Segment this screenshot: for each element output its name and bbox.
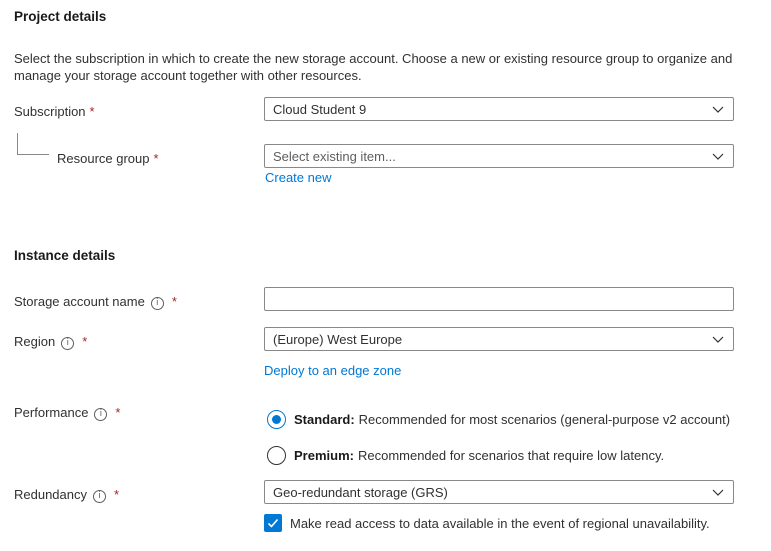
subscription-label: Subscription * (14, 104, 95, 119)
chevron-down-icon (712, 336, 724, 343)
chevron-down-icon (712, 153, 724, 160)
performance-label-text: Performance (14, 405, 89, 420)
project-details-heading: Project details (14, 9, 107, 24)
subscription-value: Cloud Student 9 (273, 101, 367, 117)
subscription-dropdown[interactable]: Cloud Student 9 (264, 97, 734, 121)
premium-option-desc: Recommended for scenarios that require l… (357, 448, 665, 463)
instance-details-heading: Instance details (14, 248, 116, 263)
performance-option-standard[interactable]: Standard: Recommended for most scenarios… (267, 410, 730, 429)
checkmark-icon (267, 518, 279, 528)
project-description: Select the subscription in which to crea… (14, 51, 733, 83)
radio-unselected-icon[interactable] (267, 446, 286, 465)
storage-account-name-label-text: Storage account name (14, 294, 145, 309)
create-new-link[interactable]: Create new (265, 170, 331, 185)
region-label: Region i * (14, 334, 87, 350)
performance-label: Performance i * (14, 405, 120, 421)
tree-connector-vertical (17, 133, 18, 154)
required-asterisk: * (89, 104, 95, 119)
redundancy-label: Redundancy i * (14, 487, 119, 503)
standard-option-name: Standard: (294, 412, 355, 427)
resource-group-label-text: Resource group (57, 151, 150, 166)
performance-option-premium[interactable]: Premium: Recommended for scenarios that … (267, 446, 664, 465)
redundancy-dropdown[interactable]: Geo-redundant storage (GRS) (264, 480, 734, 504)
resource-group-dropdown[interactable]: Select existing item... (264, 144, 734, 168)
info-icon[interactable]: i (61, 337, 75, 350)
storage-account-name-input[interactable] (264, 287, 734, 311)
storage-account-name-label: Storage account name i * (14, 294, 177, 310)
redundancy-value: Geo-redundant storage (GRS) (273, 484, 448, 500)
read-access-checkbox-row[interactable]: Make read access to data available in th… (264, 514, 710, 532)
premium-option-name: Premium: (294, 448, 354, 463)
info-icon[interactable]: i (150, 297, 164, 310)
tree-connector-horizontal (17, 154, 49, 155)
region-label-text: Region (14, 334, 56, 349)
resource-group-placeholder: Select existing item... (273, 148, 396, 164)
required-asterisk: * (171, 294, 177, 309)
deploy-edge-zone-link[interactable]: Deploy to an edge zone (264, 363, 401, 378)
info-icon[interactable]: i (94, 408, 108, 421)
required-asterisk: * (82, 334, 88, 349)
radio-selected-icon[interactable] (267, 410, 286, 429)
region-value: (Europe) West Europe (273, 331, 403, 347)
read-access-label: Make read access to data available in th… (290, 515, 710, 531)
subscription-label-text: Subscription (14, 104, 86, 119)
chevron-down-icon (712, 106, 724, 113)
standard-option-desc: Recommended for most scenarios (general-… (358, 412, 731, 427)
region-dropdown[interactable]: (Europe) West Europe (264, 327, 734, 351)
required-asterisk: * (153, 151, 159, 166)
chevron-down-icon (712, 489, 724, 496)
resource-group-label: Resource group * (57, 151, 159, 166)
info-icon[interactable]: i (93, 490, 106, 503)
required-asterisk: * (114, 487, 120, 502)
required-asterisk: * (115, 405, 121, 420)
redundancy-label-text: Redundancy (14, 487, 87, 502)
read-access-checkbox[interactable] (264, 514, 282, 532)
